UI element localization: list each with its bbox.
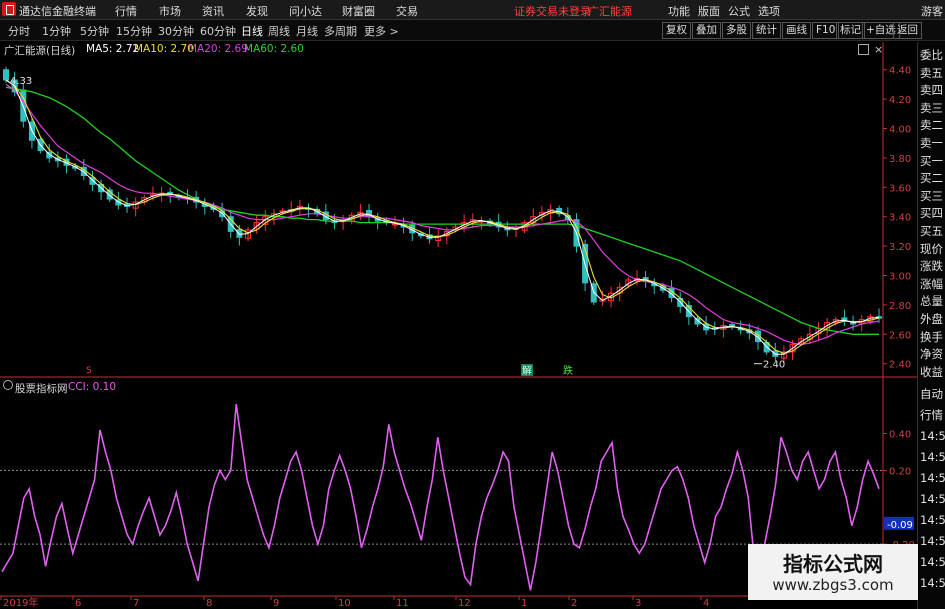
sidebar-field-12: 涨跌 xyxy=(920,259,943,274)
sidebar-field-6: 买一 xyxy=(920,153,943,168)
ma10-line xyxy=(5,79,880,354)
sidebar-field-3: 卖三 xyxy=(920,100,943,115)
sidebar-field-9: 买四 xyxy=(920,206,943,221)
sidebar-field-4: 卖二 xyxy=(920,118,943,133)
cci-tick-label: 0.20 xyxy=(889,466,911,477)
sidebar-field-27: 14:5 xyxy=(920,554,945,569)
sidebar-field-1: 卖五 xyxy=(920,65,943,80)
price-tick-label: 3.40 xyxy=(889,213,911,224)
watermark-box: 指标公式网 www.zbgs3.com xyxy=(748,544,918,600)
candle-body xyxy=(3,69,9,81)
sidebar-field-7: 买二 xyxy=(920,171,943,186)
sidebar-field-11: 现价 xyxy=(920,241,943,256)
sell-marker: 跌 xyxy=(563,364,573,377)
time-tick-label: 1 xyxy=(521,598,527,609)
price-tick-label: 3.00 xyxy=(889,272,911,283)
time-tick-label: 2 xyxy=(571,598,577,609)
sidebar-field-10: 买五 xyxy=(920,224,943,238)
time-tick-label: 7 xyxy=(133,598,139,609)
sidebar-field-16: 换手 xyxy=(920,329,943,344)
sidebar-field-0: 委比 xyxy=(920,48,943,62)
sidebar-field-22: 14:5 xyxy=(920,449,945,464)
price-tick-label: 2.80 xyxy=(889,301,911,312)
price-tick-label: 4.20 xyxy=(889,95,911,106)
sidebar-field-28: 14:5 xyxy=(920,575,945,590)
sidebar-field-21: 14:5 xyxy=(920,428,945,443)
ma20-line xyxy=(5,83,880,346)
sidebar-field-13: 涨幅 xyxy=(920,276,943,291)
low-price-label: 2.40 xyxy=(763,360,785,371)
sidebar-field-26: 14:5 xyxy=(920,533,945,548)
price-tick-label: 3.60 xyxy=(889,183,911,194)
price-tick-label: 2.60 xyxy=(889,330,911,341)
sidebar-field-2: 卖四 xyxy=(920,83,943,98)
candle-body xyxy=(236,229,243,238)
watermark-url: www.zbgs3.com xyxy=(772,576,894,594)
sidebar-field-25: 14:5 xyxy=(920,512,945,527)
sidebar-field-14: 总量 xyxy=(920,294,943,309)
sidebar-field-5: 卖一 xyxy=(920,136,943,150)
time-tick-label: 9 xyxy=(273,598,279,609)
price-tick-label: 4.40 xyxy=(889,66,911,77)
high-price-label: 4.33 xyxy=(10,76,32,87)
sidebar-field-24: 14:5 xyxy=(920,491,945,506)
time-tick-label: 12 xyxy=(458,598,471,609)
sidebar-field-15: 外盘 xyxy=(920,312,943,326)
time-tick-label: 8 xyxy=(206,598,212,609)
signal-s-marker: S xyxy=(86,366,92,376)
sidebar-field-19[interactable]: 自动 xyxy=(920,385,943,403)
price-tick-label: 4.00 xyxy=(889,125,911,136)
watermark-title: 指标公式网 xyxy=(783,552,883,576)
price-tick-label: 3.20 xyxy=(889,242,911,253)
time-tick-label: 11 xyxy=(396,598,409,609)
time-tick-label: 2019年 xyxy=(3,596,38,609)
kline-chart[interactable]: 4.40 4.20 4.00 3.80 3.60 3.40 3.20 3.00 2.80 2.60… xyxy=(0,0,945,609)
sidebar-field-18: 收益 xyxy=(920,364,943,379)
sidebar-field-23: 14:5 xyxy=(920,470,945,485)
price-tick-label: 3.80 xyxy=(889,154,911,165)
buy-marker: 解 xyxy=(522,364,532,377)
time-tick-label: 3 xyxy=(635,598,641,609)
time-tick-label: 6 xyxy=(75,598,81,609)
sidebar-field-8: 买三 xyxy=(920,188,943,203)
cci-current-label: -0.09 xyxy=(887,520,913,531)
time-tick-label: 10 xyxy=(338,598,351,609)
sidebar-field-17: 净资 xyxy=(920,347,943,362)
ma5-line xyxy=(5,79,880,355)
cci-tick-label: 0.40 xyxy=(889,430,911,441)
quote-sidebar: 委比卖五卖四卖三卖二卖一买一买二买三买四买五现价涨跌涨幅总量外盘换手净资收益自动… xyxy=(917,42,945,609)
ma60-line xyxy=(5,86,879,335)
price-tick-label: 2.40 xyxy=(889,360,911,371)
sidebar-field-20[interactable]: 行情 xyxy=(920,406,943,424)
time-tick-label: 4 xyxy=(703,598,709,609)
